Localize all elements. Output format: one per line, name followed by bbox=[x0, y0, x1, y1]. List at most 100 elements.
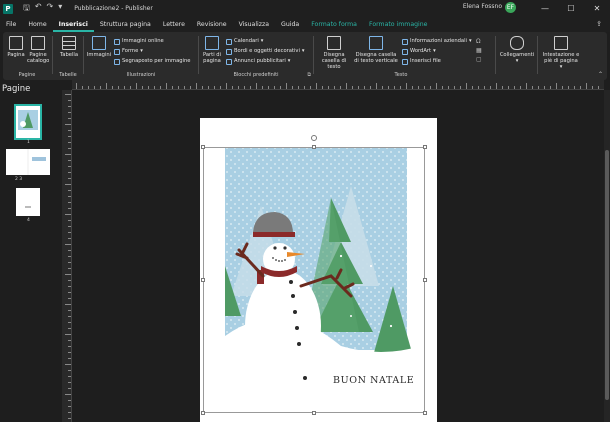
text-box-icon bbox=[327, 36, 341, 50]
ruler-tick bbox=[68, 208, 71, 209]
ruler-tick bbox=[68, 352, 71, 353]
ribbon-separator bbox=[83, 36, 84, 74]
symbol-icon[interactable]: Ω bbox=[476, 37, 482, 46]
scrollbar-thumb[interactable] bbox=[605, 150, 609, 400]
close-button[interactable]: ✕ bbox=[584, 0, 610, 17]
ruler-tick bbox=[472, 86, 473, 89]
tab-revisione[interactable]: Revisione bbox=[191, 17, 233, 32]
calendars-button[interactable]: Calendari ▾ bbox=[226, 38, 263, 45]
tab-home[interactable]: Home bbox=[22, 17, 52, 32]
page-button[interactable]: Pagina bbox=[7, 36, 25, 58]
object-icon[interactable]: ▢ bbox=[476, 55, 482, 64]
tab-struttura-pagina[interactable]: Struttura pagina bbox=[94, 17, 157, 32]
page-thumbnail-1[interactable] bbox=[14, 104, 42, 140]
links-button[interactable]: Collegamenti ▾ bbox=[499, 36, 535, 64]
online-images-label: Immagini online bbox=[122, 38, 164, 44]
advertisements-button[interactable]: Annunci pubblicitari ▾ bbox=[226, 58, 290, 65]
resize-handle-nw[interactable] bbox=[201, 145, 205, 149]
ruler-tick bbox=[196, 83, 197, 89]
user-avatar[interactable]: EF bbox=[505, 2, 516, 13]
header-footer-label: Intestazione e piè di pagina bbox=[542, 52, 580, 64]
ruler-tick bbox=[298, 86, 299, 89]
online-images-button[interactable]: Immagini online bbox=[114, 38, 164, 45]
wordart-button[interactable]: WordArt ▾ bbox=[402, 48, 436, 55]
resize-handle-s[interactable] bbox=[312, 411, 316, 415]
picture-placeholder-button[interactable]: Segnaposto per immagine bbox=[114, 58, 190, 65]
resize-handle-e[interactable] bbox=[423, 278, 427, 282]
table-button[interactable]: Tabella bbox=[58, 36, 80, 58]
images-label: Immagini bbox=[86, 52, 112, 58]
user-name[interactable]: Elena Fossno bbox=[463, 3, 502, 10]
tab-file[interactable]: File bbox=[0, 17, 22, 32]
resize-handle-w[interactable] bbox=[201, 278, 205, 282]
business-info-button[interactable]: Informazioni aziendali ▾ bbox=[402, 38, 472, 45]
ruler-tick bbox=[388, 86, 389, 89]
ruler-tick bbox=[202, 86, 203, 89]
share-icon[interactable]: ⇪ bbox=[596, 20, 602, 28]
tab-inserisci[interactable]: Inserisci bbox=[52, 17, 94, 32]
ruler-tick bbox=[136, 83, 137, 89]
ruler-tick bbox=[280, 86, 281, 89]
ruler-tick bbox=[574, 86, 575, 89]
ruler-tick bbox=[178, 86, 179, 89]
tab-formato-forma[interactable]: Formato forma bbox=[305, 17, 363, 32]
undo-icon[interactable]: ↶ bbox=[35, 2, 42, 16]
page-parts-button[interactable]: Parti di pagina bbox=[201, 36, 223, 64]
page-parts-label: Parti di pagina bbox=[202, 52, 222, 64]
wordart-icon bbox=[402, 48, 408, 55]
card-caption[interactable]: BUON NATALE bbox=[333, 375, 414, 386]
collapse-ribbon-icon[interactable]: ⌃ bbox=[598, 71, 603, 78]
header-footer-button[interactable]: Intestazione e piè di pagina ▾ bbox=[539, 36, 583, 70]
draw-vertical-text-box-button[interactable]: Disegna casella di testo verticale bbox=[354, 36, 398, 64]
ruler-tick bbox=[112, 86, 113, 89]
ruler-tick bbox=[68, 112, 71, 113]
shapes-button[interactable]: Forme ▾ bbox=[114, 48, 143, 55]
ruler-tick bbox=[68, 346, 71, 347]
tab-formato-immagine[interactable]: Formato immagine bbox=[363, 17, 434, 32]
ruler-tick bbox=[340, 86, 341, 89]
horizontal-ruler[interactable] bbox=[72, 80, 604, 90]
catalog-pages-button[interactable]: Pagine catalogo bbox=[27, 36, 49, 64]
resize-handle-se[interactable] bbox=[423, 411, 427, 415]
header-footer-icon bbox=[554, 36, 568, 50]
date-time-icon[interactable]: ▦ bbox=[476, 46, 482, 55]
images-button[interactable]: Immagini bbox=[86, 36, 112, 58]
ruler-tick bbox=[334, 86, 335, 89]
pages-panel: Pagine 1 2 3 4 bbox=[0, 80, 70, 422]
maximize-button[interactable]: ☐ bbox=[558, 0, 584, 17]
resize-handle-ne[interactable] bbox=[423, 145, 427, 149]
resize-handle-n[interactable] bbox=[312, 145, 316, 149]
shapes-label: Forme bbox=[122, 48, 139, 54]
quick-access-toolbar: 🖫 ↶ ↷ ▾ bbox=[23, 2, 62, 16]
customize-qat-icon[interactable]: ▾ bbox=[58, 2, 62, 16]
ruler-tick bbox=[430, 86, 431, 89]
ruler-tick bbox=[322, 86, 323, 89]
save-icon[interactable]: 🖫 bbox=[23, 2, 30, 16]
tab-guida[interactable]: Guida bbox=[275, 17, 305, 32]
rotation-handle[interactable] bbox=[311, 135, 317, 141]
dialog-launcher-icon[interactable]: ⧉ bbox=[307, 72, 311, 78]
group-label-testo: Testo bbox=[394, 72, 408, 78]
vertical-ruler[interactable] bbox=[62, 90, 72, 422]
insert-file-button[interactable]: Inserisci file bbox=[402, 58, 441, 65]
draw-text-box-button[interactable]: Disegna casella di testo bbox=[316, 36, 352, 70]
ruler-tick bbox=[68, 142, 71, 143]
tab-lettere[interactable]: Lettere bbox=[157, 17, 191, 32]
redo-icon[interactable]: ↷ bbox=[47, 2, 54, 16]
ruler-tick bbox=[65, 244, 71, 245]
picture-icon bbox=[92, 36, 106, 50]
ruler-tick bbox=[68, 250, 71, 251]
page-thumbnail-4[interactable] bbox=[16, 188, 40, 216]
chevron-down-icon: ▾ bbox=[260, 38, 264, 44]
page-thumbnail-2-3[interactable] bbox=[6, 149, 50, 175]
resize-handle-sw[interactable] bbox=[201, 411, 205, 415]
minimize-button[interactable]: — bbox=[532, 0, 558, 17]
tab-visualizza[interactable]: Visualizza bbox=[233, 17, 275, 32]
vertical-scrollbar[interactable] bbox=[604, 90, 610, 422]
ribbon-separator bbox=[495, 36, 496, 74]
ruler-tick bbox=[68, 196, 71, 197]
ruler-tick bbox=[214, 86, 215, 89]
group-pagine: Pagina Pagine catalogo Pagine bbox=[5, 34, 49, 78]
ruler-tick bbox=[220, 86, 221, 89]
borders-accents-button[interactable]: Bordi e oggetti decorativi ▾ bbox=[226, 48, 305, 55]
